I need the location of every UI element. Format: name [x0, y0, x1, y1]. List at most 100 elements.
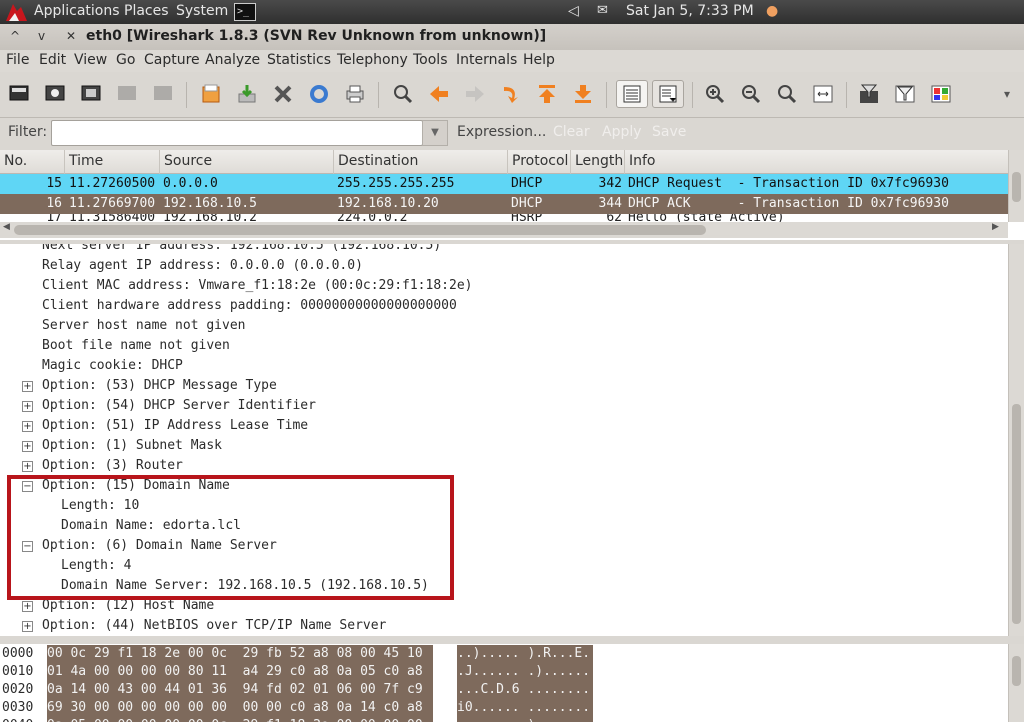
- detail-line[interactable]: Relay agent IP address: 0.0.0.0 (0.0.0.0…: [42, 256, 363, 276]
- stop-capture-icon[interactable]: [114, 80, 140, 108]
- hex-ascii[interactable]: i0...... ........: [457, 699, 593, 717]
- minimize-icon[interactable]: ^: [10, 29, 20, 43]
- terminal-icon[interactable]: >_: [234, 3, 256, 21]
- save-button[interactable]: Save: [652, 124, 686, 140]
- start-capture-icon[interactable]: [78, 80, 104, 108]
- display-filters-icon[interactable]: [892, 80, 918, 108]
- redhat-logo-icon[interactable]: [3, 1, 29, 23]
- column-destination[interactable]: Destination: [334, 150, 508, 174]
- details-scrollbar[interactable]: [1008, 244, 1024, 636]
- zoom-in-icon[interactable]: [702, 80, 728, 108]
- detail-line[interactable]: Option: (51) IP Address Lease Time: [42, 416, 308, 436]
- find-packet-icon[interactable]: [390, 80, 416, 108]
- expander-icon[interactable]: +: [22, 441, 33, 452]
- packet-list-hscrollbar[interactable]: ◀ ▶: [0, 222, 1008, 238]
- menu-internals[interactable]: Internals: [456, 52, 517, 68]
- expander-icon[interactable]: +: [22, 621, 33, 632]
- column-length[interactable]: Length: [571, 150, 625, 174]
- go-forward-icon[interactable]: [462, 80, 488, 108]
- detail-line[interactable]: Client MAC address: Vmware_f1:18:2e (00:…: [42, 276, 472, 296]
- coloring-rules-icon[interactable]: [928, 80, 954, 108]
- apply-button[interactable]: Apply: [602, 124, 642, 140]
- hex-bytes[interactable]: 69 30 00 00 00 00 00 00 00 00 c0 a8 0a 1…: [47, 699, 433, 717]
- hex-ascii[interactable]: ........ ).......: [457, 717, 593, 722]
- hex-ascii[interactable]: ..)..... ).R...E.: [457, 645, 593, 663]
- colorize-packet-list-icon[interactable]: [616, 80, 648, 108]
- hex-offset: 0000: [2, 646, 34, 661]
- go-to-packet-icon[interactable]: [498, 80, 524, 108]
- detail-line[interactable]: Option: (53) DHCP Message Type: [42, 376, 277, 396]
- expander-icon[interactable]: +: [22, 601, 33, 612]
- expander-icon[interactable]: +: [22, 401, 33, 412]
- detail-line[interactable]: Server host name not given: [42, 316, 246, 336]
- system-menu[interactable]: System: [176, 3, 228, 19]
- close-file-icon[interactable]: [270, 80, 296, 108]
- detail-line[interactable]: Option: (44) NetBIOS over TCP/IP Name Se…: [42, 616, 386, 636]
- resize-columns-icon[interactable]: [810, 80, 836, 108]
- places-menu[interactable]: Places: [124, 3, 169, 19]
- menu-statistics[interactable]: Statistics: [267, 52, 331, 68]
- menu-capture[interactable]: Capture: [144, 52, 200, 68]
- column-info[interactable]: Info: [625, 150, 1008, 174]
- expander-icon[interactable]: +: [22, 461, 33, 472]
- menu-analyze[interactable]: Analyze: [205, 52, 260, 68]
- hex-bytes[interactable]: 0a 14 00 43 00 44 01 36 94 fd 02 01 06 0…: [47, 681, 433, 699]
- hex-bytes[interactable]: 00 0c 29 f1 18 2e 00 0c 29 fb 52 a8 08 0…: [47, 645, 433, 663]
- user-icon[interactable]: ●: [766, 3, 778, 19]
- clear-button[interactable]: Clear: [553, 124, 590, 140]
- column-source[interactable]: Source: [160, 150, 334, 174]
- zoom-out-icon[interactable]: [738, 80, 764, 108]
- go-first-packet-icon[interactable]: [534, 80, 560, 108]
- reload-icon[interactable]: [306, 80, 332, 108]
- detail-line[interactable]: Client hardware address padding: 0000000…: [42, 296, 457, 316]
- go-last-packet-icon[interactable]: [570, 80, 596, 108]
- detail-line[interactable]: Option: (1) Subnet Mask: [42, 436, 222, 456]
- menu-view[interactable]: View: [74, 52, 107, 68]
- chevron-down-icon[interactable]: v: [38, 29, 45, 43]
- column-no[interactable]: No.: [0, 150, 65, 174]
- table-row[interactable]: 16 11.27669700 192.168.10.5 192.168.10.2…: [0, 194, 1008, 214]
- save-file-icon[interactable]: [234, 80, 260, 108]
- menu-edit[interactable]: Edit: [39, 52, 66, 68]
- hex-bytes[interactable]: 01 4a 00 00 00 00 80 11 a4 29 c0 a8 0a 0…: [47, 663, 433, 681]
- detail-line[interactable]: Next server IP address: 192.168.10.5 (19…: [42, 244, 441, 256]
- menu-tools[interactable]: Tools: [413, 52, 448, 68]
- column-time[interactable]: Time: [65, 150, 160, 174]
- restart-capture-icon[interactable]: [150, 80, 176, 108]
- hex-ascii[interactable]: .J...... .)......: [457, 663, 593, 681]
- hex-ascii[interactable]: ...C.D.6 ........: [457, 681, 593, 699]
- detail-line[interactable]: Option: (54) DHCP Server Identifier: [42, 396, 316, 416]
- go-back-icon[interactable]: [426, 80, 452, 108]
- clock[interactable]: Sat Jan 5, 7:33 PM: [626, 3, 754, 19]
- menu-help[interactable]: Help: [523, 52, 555, 68]
- interfaces-icon[interactable]: [6, 80, 32, 108]
- volume-icon[interactable]: ◁: [568, 3, 579, 19]
- column-protocol[interactable]: Protocol: [508, 150, 571, 174]
- capture-filters-icon[interactable]: [856, 80, 882, 108]
- menu-go[interactable]: Go: [116, 52, 135, 68]
- applications-menu[interactable]: Applications: [34, 3, 120, 19]
- detail-line[interactable]: Magic cookie: DHCP: [42, 356, 183, 376]
- expander-icon[interactable]: +: [22, 421, 33, 432]
- menu-telephony[interactable]: Telephony: [337, 52, 408, 68]
- close-icon[interactable]: ✕: [66, 29, 76, 43]
- toolbar-overflow-icon[interactable]: ▾: [994, 80, 1020, 108]
- print-icon[interactable]: [342, 80, 368, 108]
- mail-icon[interactable]: ✉: [597, 3, 608, 18]
- detail-line[interactable]: Option: (3) Router: [42, 456, 183, 476]
- hex-scrollbar[interactable]: [1008, 644, 1024, 722]
- zoom-normal-icon[interactable]: [774, 80, 800, 108]
- auto-scroll-icon[interactable]: [652, 80, 684, 108]
- detail-line[interactable]: Boot file name not given: [42, 336, 230, 356]
- expression-button[interactable]: Expression...: [457, 124, 546, 140]
- menu-file[interactable]: File: [6, 52, 29, 68]
- packet-list-scrollbar[interactable]: [1008, 150, 1024, 222]
- open-file-icon[interactable]: [198, 80, 224, 108]
- table-row[interactable]: 15 11.27260500 0.0.0.0 255.255.255.255 D…: [0, 174, 1008, 194]
- capture-options-icon[interactable]: [42, 80, 68, 108]
- filter-dropdown-icon[interactable]: ▼: [422, 120, 448, 146]
- table-row[interactable]: 17 11.31586400 192.168.10.2 224.0.0.2 HS…: [0, 214, 1008, 222]
- hex-bytes[interactable]: 0a 05 00 00 00 00 00 0c 29 f1 18 2e 00 0…: [47, 717, 433, 722]
- expander-icon[interactable]: +: [22, 381, 33, 392]
- filter-input[interactable]: [51, 120, 423, 146]
